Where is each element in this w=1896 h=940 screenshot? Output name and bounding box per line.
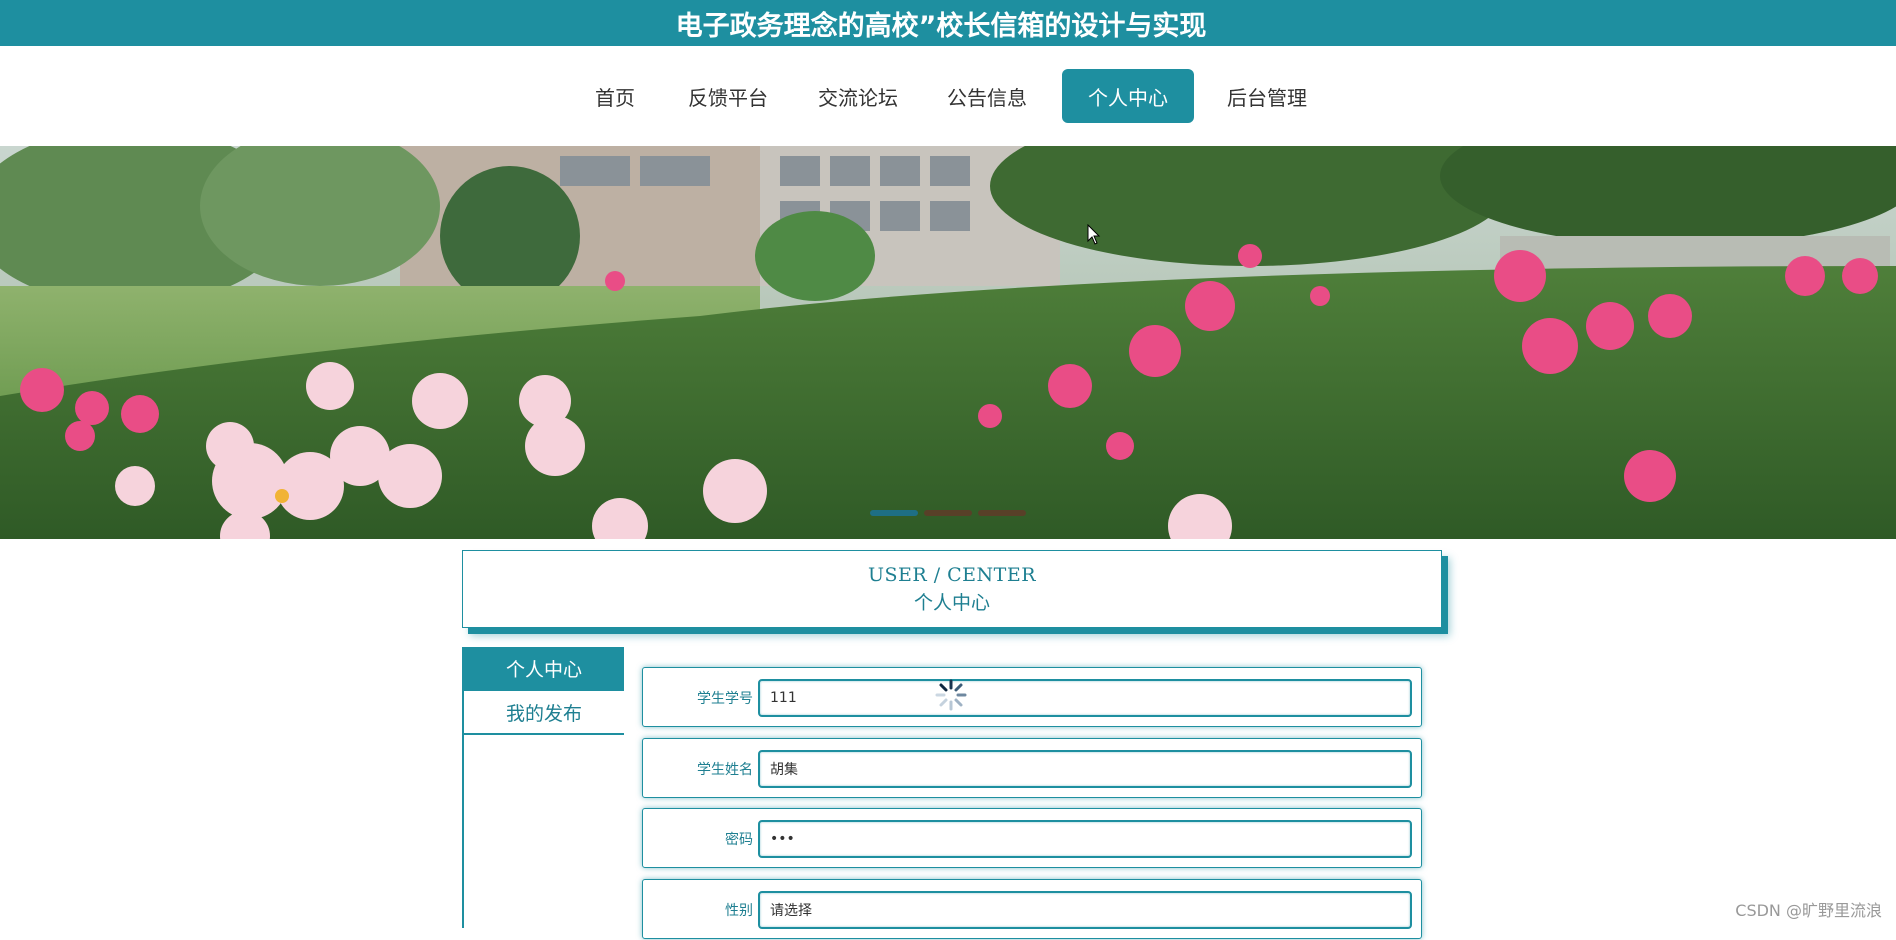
section-title-cn: 个人中心 [913, 592, 990, 614]
user-sidebar: 个人中心 我的发布 [462, 647, 624, 928]
nav-forum[interactable]: 交流论坛 [813, 69, 903, 123]
section-title-box: USER / CENTER 个人中心 [462, 550, 1442, 628]
gender-label: 性别 [725, 903, 753, 919]
student-name-label: 学生姓名 [697, 762, 753, 778]
student-name-input[interactable]: 胡集 [758, 750, 1412, 788]
carousel-dot-1[interactable] [870, 510, 918, 516]
password-label: 密码 [725, 832, 753, 848]
banner-image [0, 146, 1896, 539]
gender-select[interactable]: 请选择 [758, 891, 1412, 929]
nav-home[interactable]: 首页 [584, 69, 646, 123]
loading-spinner-icon [935, 679, 967, 711]
student-id-label: 学生学号 [697, 691, 753, 707]
site-title: 电子政务理念的高校”校长信箱的设计与实现 [675, 10, 1207, 42]
student-id-input[interactable]: 111 [758, 679, 1412, 717]
form-row-student-name: 学生姓名 胡集 [642, 738, 1422, 798]
carousel-dot-2[interactable] [924, 510, 972, 516]
nav-feedback[interactable]: 反馈平台 [683, 69, 773, 123]
password-input[interactable]: ••• [758, 820, 1412, 858]
carousel-indicators [870, 510, 1026, 518]
nav-user-center[interactable]: 个人中心 [1062, 69, 1194, 123]
site-header: 电子政务理念的高校”校长信箱的设计与实现 [0, 0, 1896, 46]
nav-admin[interactable]: 后台管理 [1222, 69, 1312, 123]
carousel-dot-3[interactable] [978, 510, 1026, 516]
section-title-en: USER / CENTER [867, 564, 1037, 586]
form-row-gender: 性别 请选择 [642, 879, 1422, 939]
form-row-student-id: 学生学号 111 [642, 667, 1422, 727]
sidebar-item-user-center[interactable]: 个人中心 [464, 647, 624, 691]
watermark: CSDN @旷野里流浪 [1735, 901, 1882, 920]
sidebar-item-my-posts[interactable]: 我的发布 [464, 691, 624, 735]
form-row-password: 密码 ••• [642, 808, 1422, 868]
main-nav: 首页 反馈平台 交流论坛 公告信息 个人中心 后台管理 [0, 46, 1896, 146]
mouse-cursor-icon [1087, 224, 1101, 245]
banner-carousel[interactable] [0, 146, 1896, 539]
nav-announcements[interactable]: 公告信息 [942, 69, 1032, 123]
